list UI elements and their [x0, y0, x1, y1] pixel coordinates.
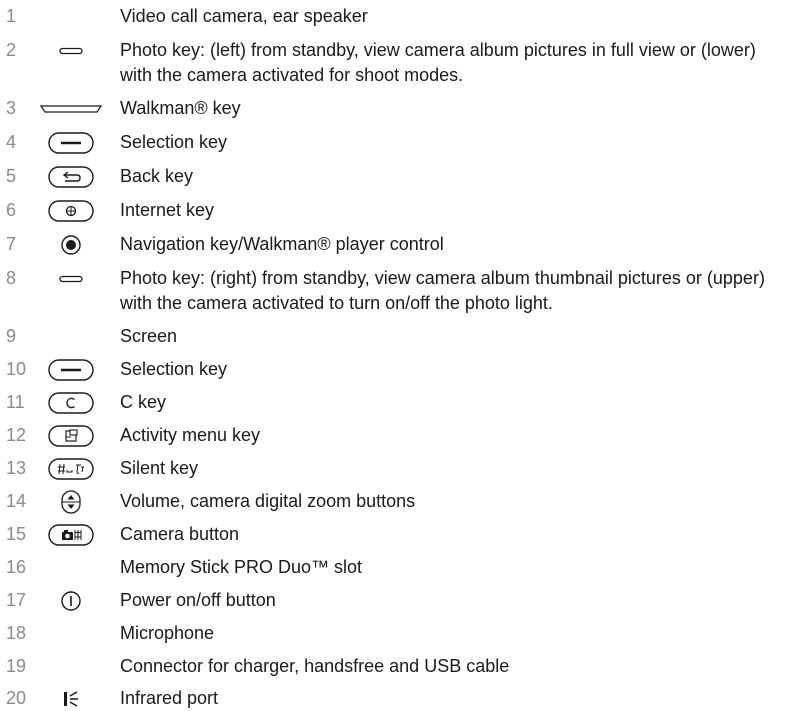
item-number: 13: [6, 458, 27, 478]
selection-key-icon: [40, 130, 102, 155]
navigation-key-icon: [40, 232, 102, 257]
item-description: Infrared port: [120, 688, 219, 708]
activity-menu-key-icon: [40, 423, 102, 448]
item-description: Camera button: [120, 524, 240, 544]
item-number: 9: [6, 326, 17, 346]
silent-key-icon: [40, 456, 102, 481]
camera-button-icon: [40, 522, 102, 547]
item-description: Memory Stick PRO Duo™ slot: [120, 557, 363, 577]
item-description: Connector for charger, handsfree and USB…: [120, 656, 510, 676]
item-description: Microphone: [120, 623, 215, 643]
item-description: Power on/off button: [120, 590, 276, 610]
power-button-icon: [40, 588, 102, 613]
item-number: 4: [6, 132, 17, 152]
item-number: 5: [6, 166, 17, 186]
item-number: 10: [6, 359, 27, 379]
volume-buttons-icon: [40, 489, 102, 514]
item-number: 11: [6, 392, 25, 412]
item-description: Selection key: [120, 359, 228, 379]
item-number: 12: [6, 425, 27, 445]
item-description: Silent key: [120, 458, 199, 478]
item-description: Activity menu key: [120, 425, 261, 445]
item-description: Photo key: (right) from standby, view ca…: [120, 268, 765, 313]
infrared-port-icon: [40, 686, 102, 711]
item-description: Internet key: [120, 200, 215, 220]
item-number: 7: [6, 234, 17, 254]
item-number: 17: [6, 590, 27, 610]
item-number: 3: [6, 98, 17, 118]
photo-key-icon: [40, 266, 102, 291]
item-number: 14: [6, 491, 27, 511]
item-number: 6: [6, 200, 17, 220]
item-number: 16: [6, 557, 27, 577]
item-number: 19: [6, 656, 27, 676]
item-description: Walkman® key: [120, 98, 241, 118]
item-number: 15: [6, 524, 27, 544]
item-description: Photo key: (left) from standby, view cam…: [120, 40, 756, 85]
back-key-icon: [40, 164, 102, 189]
item-number: 18: [6, 623, 27, 643]
item-number: 2: [6, 40, 17, 60]
item-description: Video call camera, ear speaker: [120, 6, 368, 26]
item-number: 20: [6, 688, 27, 708]
internet-key-icon: [40, 198, 102, 223]
item-description: Back key: [120, 166, 194, 186]
walkman-key-icon: [40, 96, 102, 121]
item-description: Screen: [120, 326, 178, 346]
c-key-icon: [40, 390, 102, 415]
item-description: Volume, camera digital zoom buttons: [120, 491, 416, 511]
item-number: 8: [6, 268, 17, 288]
item-description: Selection key: [120, 132, 228, 152]
selection-key-icon: [40, 357, 102, 382]
photo-key-icon: [40, 38, 102, 63]
item-description: C key: [120, 392, 167, 412]
item-number: 1: [6, 6, 17, 26]
item-description: Navigation key/Walkman® player control: [120, 234, 444, 254]
